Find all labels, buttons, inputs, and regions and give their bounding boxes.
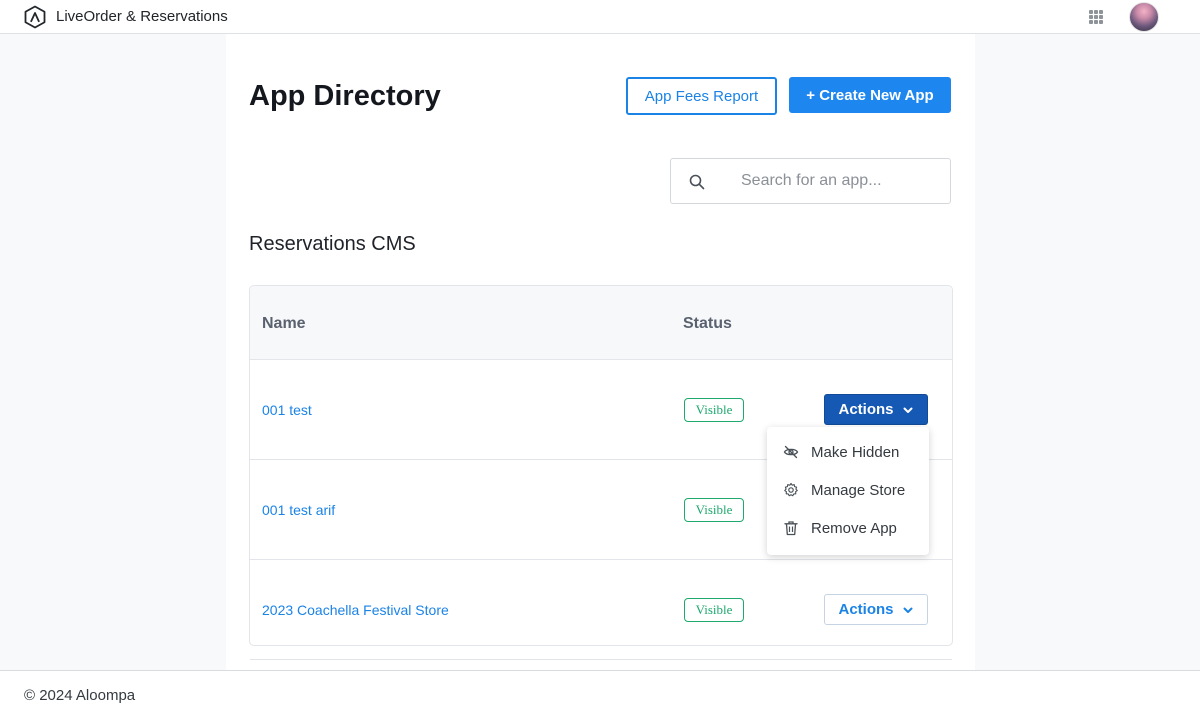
create-new-app-button[interactable]: + Create New App <box>789 77 951 113</box>
page-title: App Directory <box>249 80 441 112</box>
gear-icon <box>783 482 799 498</box>
status-badge: Visible <box>684 598 744 622</box>
eye-off-icon <box>783 444 799 460</box>
section-title: Reservations CMS <box>249 233 416 255</box>
copyright-text: © 2024 Aloompa <box>24 687 136 704</box>
trash-icon <box>783 520 799 536</box>
chevron-down-icon <box>902 404 914 416</box>
top-navbar: LiveOrder & Reservations <box>0 0 1200 34</box>
app-fees-report-button[interactable]: App Fees Report <box>626 77 777 115</box>
menu-item-label: Remove App <box>811 519 897 537</box>
avatar[interactable] <box>1129 2 1159 32</box>
column-header-status: Status <box>683 315 732 332</box>
menu-item-make-hidden[interactable]: Make Hidden <box>767 433 929 471</box>
status-badge: Visible <box>684 398 744 422</box>
apps-table: Name Status 001 test Visible Actions 001… <box>249 285 953 660</box>
actions-dropdown-menu: Make Hidden Manage Store Remove App <box>767 427 929 555</box>
menu-item-label: Make Hidden <box>811 443 900 461</box>
menu-item-manage-store[interactable]: Manage Store <box>767 471 929 509</box>
app-title: LiveOrder & Reservations <box>56 8 228 25</box>
table-row: 2023 Coachella Festival Store Visible Ac… <box>250 560 952 660</box>
chevron-down-icon <box>902 604 914 616</box>
actions-button[interactable]: Actions <box>824 594 928 625</box>
search-box <box>670 158 951 204</box>
grid-apps-icon[interactable] <box>1089 10 1103 24</box>
actions-label: Actions <box>838 401 894 418</box>
menu-item-remove-app[interactable]: Remove App <box>767 509 929 547</box>
main-content: App Directory App Fees Report + Create N… <box>226 34 975 670</box>
search-icon <box>689 174 705 190</box>
brand[interactable]: LiveOrder & Reservations <box>23 5 228 29</box>
actions-button[interactable]: Actions <box>824 394 928 425</box>
app-name-link[interactable]: 001 test arif <box>262 502 335 518</box>
footer: © 2024 Aloompa <box>0 670 1200 720</box>
table-header: Name Status <box>250 286 952 360</box>
actions-label: Actions <box>838 601 894 618</box>
column-header-name: Name <box>262 315 306 332</box>
status-badge: Visible <box>684 498 744 522</box>
app-name-link[interactable]: 001 test <box>262 402 312 418</box>
menu-item-label: Manage Store <box>811 481 906 499</box>
hexagon-logo-icon <box>23 5 47 29</box>
search-input[interactable] <box>741 159 941 203</box>
app-name-link[interactable]: 2023 Coachella Festival Store <box>262 602 449 618</box>
